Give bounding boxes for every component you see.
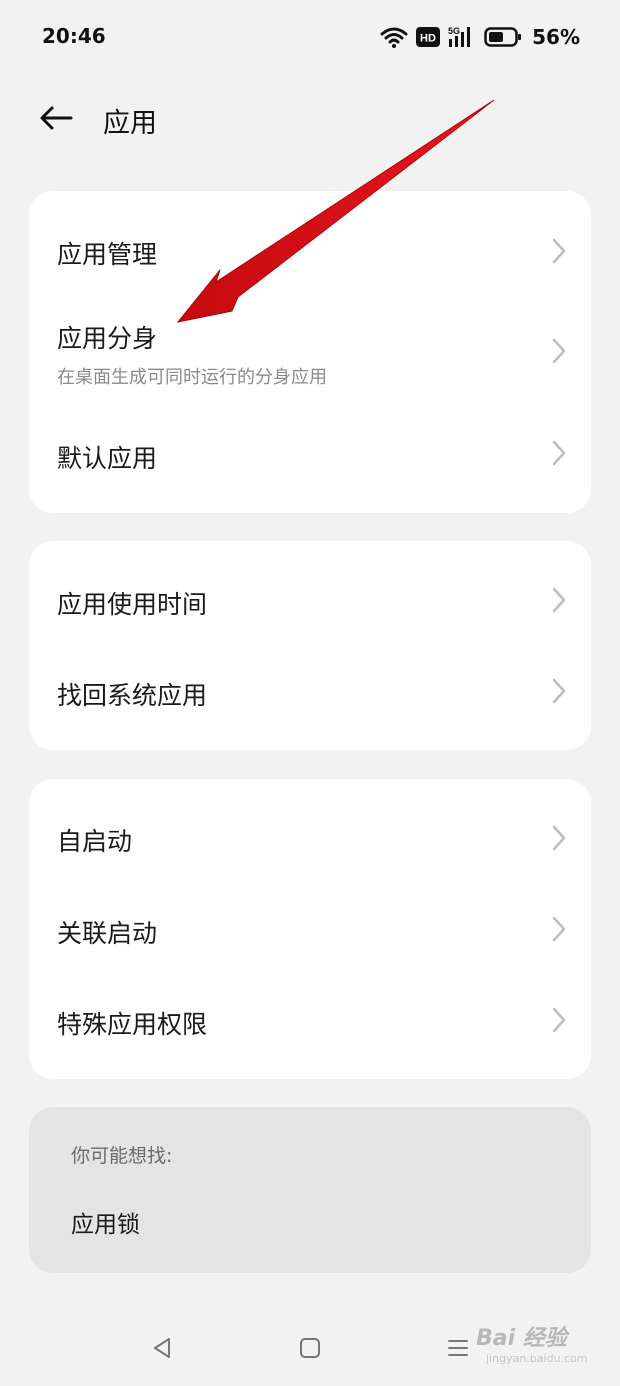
status-icons: HD 5G 56% — [380, 22, 580, 52]
chevron-right-icon — [552, 440, 566, 466]
svg-text:HD: HD — [420, 33, 436, 45]
settings-group-2: 应用使用时间 找回系统应用 — [29, 541, 591, 750]
suggestions-panel: 你可能想找: 应用锁 — [29, 1107, 591, 1273]
row-app-usage-time[interactable]: 应用使用时间 — [29, 555, 591, 647]
row-auto-start[interactable]: 自启动 — [29, 793, 591, 885]
nav-recents-button[interactable] — [440, 1330, 476, 1366]
back-triangle-icon — [154, 1338, 170, 1358]
back-arrow-icon — [40, 106, 73, 130]
status-time: 20:46 — [42, 24, 106, 48]
settings-group-1: 应用管理 应用分身 在桌面生成可同时运行的分身应用 默认应用 — [29, 191, 591, 513]
battery-icon — [484, 27, 522, 47]
row-app-management[interactable]: 应用管理 — [29, 205, 591, 297]
hd-icon: HD — [416, 27, 441, 47]
header: 应用 — [0, 88, 620, 148]
row-label: 应用使用时间 — [57, 590, 208, 619]
page-title: 应用 — [103, 108, 157, 139]
nav-back-button[interactable] — [144, 1330, 180, 1366]
row-label: 应用管理 — [57, 240, 158, 269]
chevron-right-icon — [552, 238, 566, 264]
wifi-icon — [380, 27, 408, 48]
status-bar: 20:46 HD 5G 56% — [0, 0, 620, 76]
row-label: 默认应用 — [57, 444, 158, 473]
recents-menu-icon — [448, 1340, 468, 1356]
chevron-right-icon — [552, 1007, 566, 1033]
row-label: 自启动 — [57, 827, 133, 856]
chevron-right-icon — [552, 916, 566, 942]
row-app-clone[interactable]: 应用分身 在桌面生成可同时运行的分身应用 — [29, 297, 591, 397]
nav-home-button[interactable] — [292, 1330, 328, 1366]
watermark-url: jingyan.baidu.com — [486, 1352, 588, 1365]
watermark-logo: Bai 经验 — [476, 1326, 567, 1351]
suggestion-app-lock[interactable]: 应用锁 — [71, 1205, 140, 1239]
row-restore-system-apps[interactable]: 找回系统应用 — [29, 647, 591, 739]
row-default-apps[interactable]: 默认应用 — [29, 405, 591, 499]
suggestions-title: 你可能想找: — [71, 1145, 173, 1167]
chevron-right-icon — [552, 678, 566, 704]
row-label: 特殊应用权限 — [57, 1010, 208, 1039]
row-label: 找回系统应用 — [57, 681, 208, 710]
row-special-permissions[interactable]: 特殊应用权限 — [29, 977, 591, 1069]
chevron-right-icon — [552, 825, 566, 851]
chevron-right-icon — [552, 338, 566, 364]
settings-group-3: 自启动 关联启动 特殊应用权限 — [29, 779, 591, 1079]
row-subtitle: 在桌面生成可同时运行的分身应用 — [57, 367, 327, 388]
chevron-right-icon — [552, 587, 566, 613]
row-label: 关联启动 — [57, 919, 158, 948]
home-square-icon — [300, 1338, 320, 1358]
signal-5g-icon: 5G — [448, 26, 471, 47]
svg-text:5G: 5G — [448, 26, 460, 36]
back-button[interactable] — [32, 96, 80, 140]
row-label: 应用分身 — [57, 324, 158, 353]
battery-percent: 56% — [532, 25, 580, 49]
row-associated-start[interactable]: 关联启动 — [29, 885, 591, 977]
